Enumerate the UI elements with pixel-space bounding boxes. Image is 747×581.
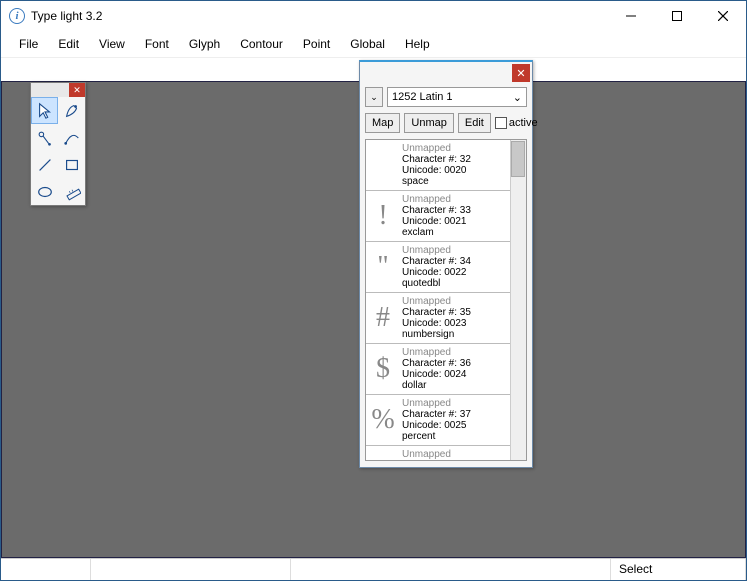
glyph-preview: %	[366, 395, 400, 445]
glyph-preview: !	[366, 191, 400, 241]
app-icon: i	[9, 8, 25, 24]
glyph-list: UnmappedCharacter #: 32Unicode: 0020spac…	[365, 139, 527, 461]
glyph-item[interactable]: %UnmappedCharacter #: 37Unicode: 0025per…	[366, 395, 510, 446]
menu-edit[interactable]: Edit	[48, 33, 89, 55]
status-cell-1	[1, 559, 91, 580]
menu-contour[interactable]: Contour	[230, 33, 293, 55]
glyph-info: UnmappedCharacter #: 38Unicode: 0026ampe…	[400, 446, 510, 461]
tool-grid	[31, 97, 85, 205]
measure-tool[interactable]	[58, 178, 85, 205]
minimize-button[interactable]	[608, 1, 654, 31]
chevron-down-icon: ⌄	[513, 91, 522, 104]
status-cell-2	[91, 559, 291, 580]
tool-palette-titlebar[interactable]: ✕	[31, 83, 85, 97]
encoding-dropdown-toggle[interactable]: ⌄	[365, 87, 383, 107]
encoding-select[interactable]: 1252 Latin 1 ⌄	[387, 87, 527, 107]
menubar: File Edit View Font Glyph Contour Point …	[1, 31, 746, 57]
titlebar: i Type light 3.2	[1, 1, 746, 31]
glyph-preview: #	[366, 293, 400, 343]
menu-font[interactable]: Font	[135, 33, 179, 55]
glyph-scrollbar-thumb[interactable]	[511, 141, 525, 177]
glyph-item[interactable]: "UnmappedCharacter #: 34Unicode: 0022quo…	[366, 242, 510, 293]
pen-tool[interactable]	[58, 97, 85, 124]
line-tool[interactable]	[31, 151, 58, 178]
edit-button[interactable]: Edit	[458, 113, 491, 133]
menu-global[interactable]: Global	[340, 33, 395, 55]
active-checkbox[interactable]	[495, 117, 507, 129]
encoding-value: 1252 Latin 1	[392, 91, 453, 103]
glyph-preview	[366, 140, 400, 190]
close-button[interactable]	[700, 1, 746, 31]
node-tool[interactable]	[31, 124, 58, 151]
pointer-tool[interactable]	[31, 97, 58, 124]
glyph-info: UnmappedCharacter #: 32Unicode: 0020spac…	[400, 140, 510, 190]
app-title: Type light 3.2	[31, 9, 608, 23]
glyph-item[interactable]: UnmappedCharacter #: 32Unicode: 0020spac…	[366, 140, 510, 191]
workspace: ✕ ✕ ⌄ 1252 Latin 1 ⌄	[1, 81, 746, 558]
curve-tool[interactable]	[58, 124, 85, 151]
glyph-panel: ✕ ⌄ 1252 Latin 1 ⌄ Map Unmap Edit active	[359, 60, 533, 468]
glyph-item[interactable]: #UnmappedCharacter #: 35Unicode: 0023num…	[366, 293, 510, 344]
glyph-panel-close-button[interactable]: ✕	[512, 64, 530, 82]
menu-help[interactable]: Help	[395, 33, 440, 55]
main-window: i Type light 3.2 File Edit View Font Gly…	[0, 0, 747, 581]
maximize-button[interactable]	[654, 1, 700, 31]
menu-point[interactable]: Point	[293, 33, 340, 55]
glyph-item[interactable]: !UnmappedCharacter #: 33Unicode: 0021exc…	[366, 191, 510, 242]
window-controls	[608, 1, 746, 31]
glyph-info: UnmappedCharacter #: 35Unicode: 0023numb…	[400, 293, 510, 343]
active-checkbox-wrap: active	[495, 117, 538, 129]
glyph-info: UnmappedCharacter #: 36Unicode: 0024doll…	[400, 344, 510, 394]
menu-glyph[interactable]: Glyph	[179, 33, 230, 55]
glyph-item[interactable]: $UnmappedCharacter #: 36Unicode: 0024dol…	[366, 344, 510, 395]
glyph-info: UnmappedCharacter #: 37Unicode: 0025perc…	[400, 395, 510, 445]
active-label: active	[509, 117, 538, 129]
unmap-button[interactable]: Unmap	[404, 113, 453, 133]
rectangle-tool[interactable]	[58, 151, 85, 178]
glyph-info: UnmappedCharacter #: 34Unicode: 0022quot…	[400, 242, 510, 292]
glyph-panel-titlebar[interactable]: ✕	[360, 62, 532, 84]
status-tool: Select	[611, 559, 746, 580]
menu-view[interactable]: View	[89, 33, 135, 55]
glyph-item[interactable]: &UnmappedCharacter #: 38Unicode: 0026amp…	[366, 446, 510, 461]
tool-palette: ✕	[30, 82, 86, 206]
glyph-preview: "	[366, 242, 400, 292]
glyph-info: UnmappedCharacter #: 33Unicode: 0021excl…	[400, 191, 510, 241]
menu-file[interactable]: File	[9, 33, 48, 55]
statusbar: Select	[1, 558, 746, 580]
map-button[interactable]: Map	[365, 113, 400, 133]
ellipse-tool[interactable]	[31, 178, 58, 205]
glyph-preview: $	[366, 344, 400, 394]
status-cell-3	[291, 559, 611, 580]
tool-palette-close-button[interactable]: ✕	[69, 83, 85, 97]
glyph-scrollbar[interactable]	[510, 140, 526, 460]
glyph-preview: &	[366, 446, 400, 461]
